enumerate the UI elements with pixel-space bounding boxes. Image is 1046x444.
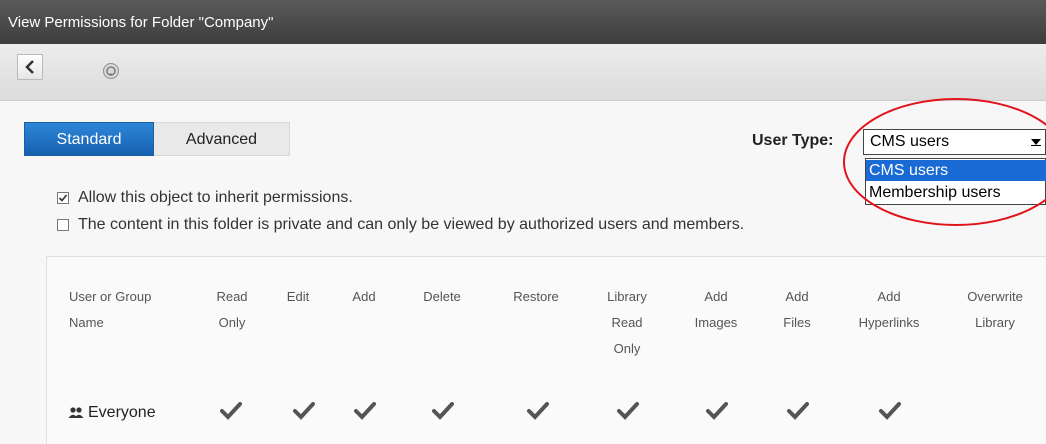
header-delete: Delete xyxy=(423,289,461,304)
header-add: Add xyxy=(352,289,376,304)
header-edit: Edit xyxy=(286,289,310,304)
group-icon xyxy=(68,407,84,418)
permission-check-icon xyxy=(706,402,728,420)
private-content-label: The content in this folder is private an… xyxy=(78,216,745,233)
user-type-option-cms-users[interactable]: CMS users xyxy=(866,160,1046,181)
user-type-label: User Type: xyxy=(752,132,834,149)
help-button[interactable] xyxy=(102,62,120,80)
permission-check-icon xyxy=(527,402,549,420)
help-icon xyxy=(103,63,119,79)
window-title: View Permissions for Folder "Company" xyxy=(8,14,274,31)
header-read-only: Read Only xyxy=(216,289,248,330)
window-titlebar: View Permissions for Folder "Company" xyxy=(0,0,1046,44)
header-overwrite-library: Overwrite Library xyxy=(967,289,1023,330)
tab-standard[interactable]: Standard xyxy=(24,122,154,156)
inherit-permissions-checkbox[interactable] xyxy=(57,192,69,204)
inherit-permissions-label: Allow this object to inherit permissions… xyxy=(78,189,353,206)
header-add-hyperlinks: Add Hyperlinks xyxy=(858,289,920,330)
private-content-checkbox[interactable] xyxy=(57,219,69,231)
permission-check-icon xyxy=(220,402,242,420)
header-add-images: Add Images xyxy=(694,289,738,330)
user-type-option-membership-users[interactable]: Membership users xyxy=(866,182,1046,203)
permission-check-icon xyxy=(879,402,901,420)
back-button[interactable] xyxy=(17,54,43,80)
tab-advanced[interactable]: Advanced xyxy=(154,122,290,156)
table-row-name: Everyone xyxy=(68,404,156,422)
user-type-selected-value: CMS users xyxy=(870,133,950,150)
dropdown-arrow-icon[interactable] xyxy=(1027,130,1045,154)
chevron-left-icon xyxy=(25,60,34,74)
header-add-files: Add Files xyxy=(783,289,811,330)
header-user-or-group-name: User or Group Name xyxy=(69,289,152,330)
user-type-dropdown-list: CMS users Membership users xyxy=(865,158,1046,205)
permission-check-icon xyxy=(617,402,639,420)
header-restore: Restore xyxy=(513,289,559,304)
user-type-select[interactable]: CMS users xyxy=(863,129,1046,155)
permission-check-icon xyxy=(432,402,454,420)
inherit-permissions-row: Allow this object to inherit permissions… xyxy=(57,189,353,207)
group-name-everyone: Everyone xyxy=(88,404,156,421)
permission-check-icon xyxy=(787,402,809,420)
permission-check-icon xyxy=(354,402,376,420)
private-content-row: The content in this folder is private an… xyxy=(57,216,744,234)
toolbar xyxy=(0,44,1046,101)
permission-check-icon xyxy=(293,402,315,420)
header-library-read-only: Library Read Only xyxy=(607,289,647,356)
